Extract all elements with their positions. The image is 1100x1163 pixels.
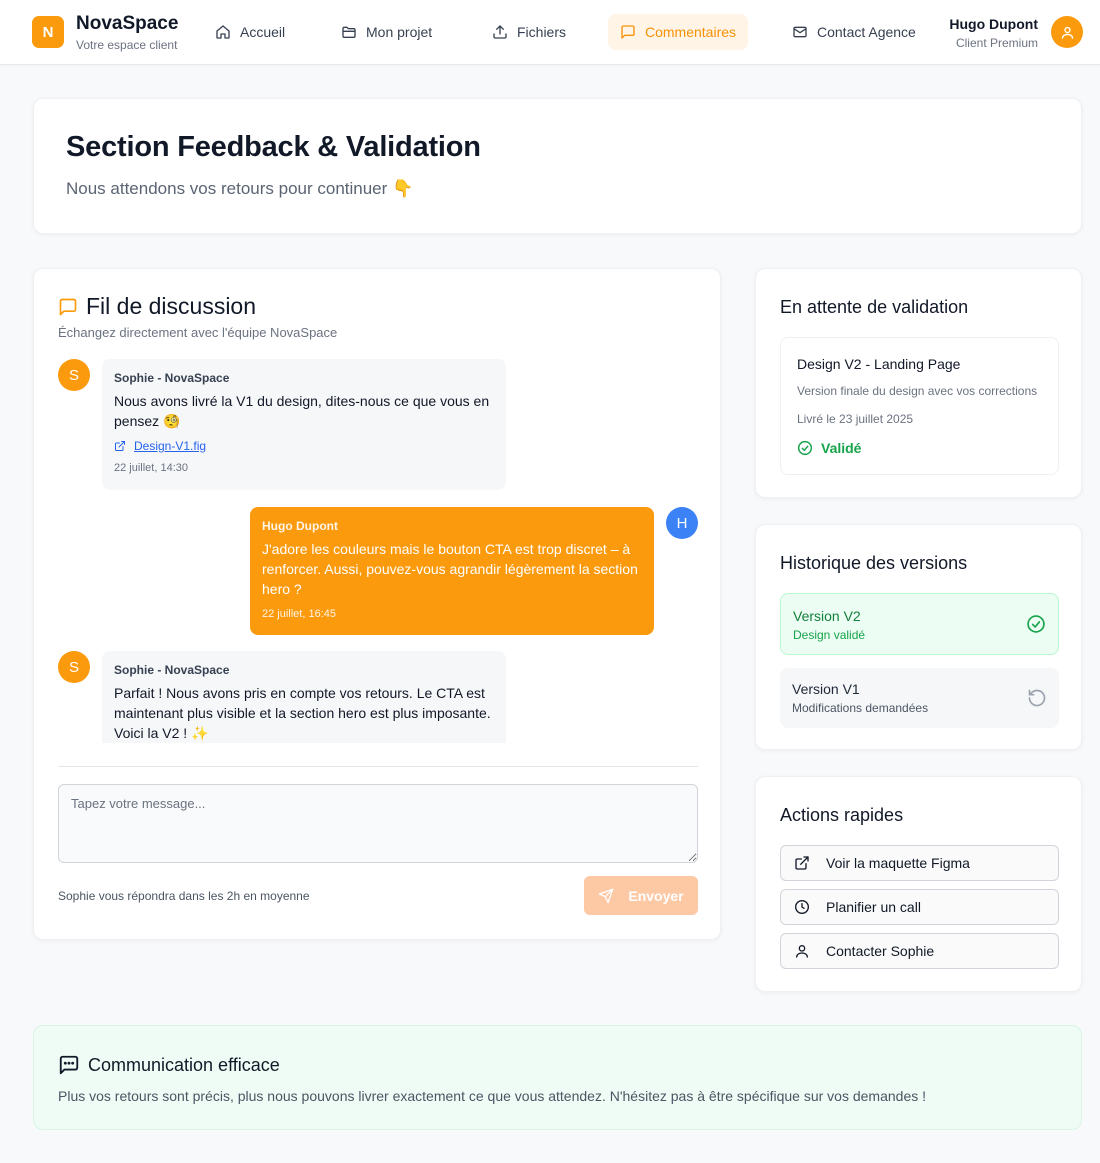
message-square-icon	[621, 25, 635, 39]
user-icon	[1061, 26, 1073, 39]
nav-label: Fichiers	[517, 24, 567, 40]
nav-label: Accueil	[240, 24, 286, 40]
version-item-v2[interactable]: Version V2 Design validé	[780, 593, 1059, 655]
page-title: Section Feedback & Validation	[66, 131, 481, 163]
message-dots-icon	[59, 1055, 79, 1075]
send-icon	[599, 888, 614, 903]
pending-item-description: Version finale du design avec vos correc…	[797, 384, 1038, 398]
attachment-name: Design-V1.fig	[134, 439, 207, 453]
brand[interactable]: N NovaSpace Votre espace client	[32, 13, 179, 53]
pending-item-date: Livré le 23 juillet 2025	[797, 412, 914, 426]
discussion-title: Fil de discussion	[86, 293, 257, 319]
view-figma-button[interactable]: Voir la maquette Figma	[780, 845, 1059, 881]
clock-icon	[795, 900, 809, 914]
message-author: Sophie - NovaSpace	[114, 371, 230, 385]
message-time: 22 juillet, 14:30	[114, 462, 188, 474]
message-bubble: Sophie - NovaSpace Parfait ! Nous avons …	[102, 651, 506, 743]
quick-actions-card: Actions rapides Voir la maquette Figma P…	[755, 776, 1082, 992]
pending-item[interactable]: Design V2 - Landing Page Version finale …	[780, 337, 1059, 475]
hero-card: Section Feedback & Validation Nous atten…	[33, 98, 1082, 234]
nav-item-contact-agence[interactable]: Contact Agence	[780, 14, 928, 50]
action-label: Planifier un call	[826, 899, 921, 915]
version-status: Design validé	[793, 628, 866, 642]
tip-title: Communication efficace	[88, 1054, 280, 1075]
version-name: Version V2	[793, 608, 861, 624]
rotate-ccw-icon	[1028, 689, 1046, 707]
tip-text: Plus vos retours sont précis, plus nous …	[58, 1088, 927, 1104]
pending-title: En attente de validation	[780, 297, 969, 317]
pending-item-title: Design V2 - Landing Page	[797, 356, 961, 372]
contact-sophie-button[interactable]: Contacter Sophie	[780, 933, 1059, 969]
brand-tagline: Votre espace client	[76, 38, 178, 52]
folder-icon	[342, 26, 356, 38]
nav-item-mon-projet[interactable]: Mon projet	[329, 14, 444, 50]
status-label: Validé	[821, 440, 862, 456]
external-link-icon	[795, 856, 809, 870]
brand-name: NovaSpace	[76, 13, 179, 34]
history-title: Historique des versions	[780, 553, 968, 573]
user-name: Hugo Dupont	[949, 16, 1038, 32]
check-circle-icon	[797, 440, 813, 456]
version-history-card: Historique des versions Version V2 Desig…	[755, 524, 1082, 750]
nav-item-fichiers[interactable]: Fichiers	[480, 14, 578, 50]
message-input[interactable]	[58, 784, 698, 863]
actions-title: Actions rapides	[780, 805, 904, 825]
schedule-call-button[interactable]: Planifier un call	[780, 889, 1059, 925]
avatar: H	[666, 507, 698, 539]
message-thread[interactable]: S Sophie - NovaSpace Nous avons livré la…	[58, 357, 698, 743]
send-button[interactable]: Envoyer	[584, 876, 698, 915]
message-author: Sophie - NovaSpace	[114, 663, 230, 677]
nav-label: Commentaires	[645, 24, 737, 40]
pending-validation-card: En attente de validation Design V2 - Lan…	[755, 268, 1082, 498]
message-author: Hugo Dupont	[262, 519, 338, 533]
discussion-card: Fil de discussion Échangez directement a…	[33, 268, 721, 940]
version-item-v1[interactable]: Version V1 Modifications demandées	[780, 668, 1059, 728]
action-label: Contacter Sophie	[826, 943, 935, 959]
external-link-icon	[115, 441, 125, 451]
message-bubble: Hugo Dupont J'adore les couleurs mais le…	[250, 507, 654, 635]
nav-item-accueil[interactable]: Accueil	[203, 14, 297, 50]
avatar: S	[58, 359, 90, 391]
nav-label: Contact Agence	[817, 24, 916, 40]
send-label: Envoyer	[628, 887, 684, 904]
version-name: Version V1	[792, 681, 860, 697]
user-avatar[interactable]	[1051, 16, 1083, 48]
message-text: Nous avons livré la V1 du design, dites-…	[114, 393, 490, 429]
nav-label: Mon projet	[366, 24, 433, 40]
divider	[58, 766, 698, 767]
message-time: 22 juillet, 16:45	[262, 608, 336, 620]
page-subtitle: Nous attendons vos retours pour continue…	[66, 179, 414, 198]
response-time-hint: Sophie vous répondra dans les 2h en moye…	[58, 889, 310, 903]
avatar: S	[58, 651, 90, 683]
brand-logo: N	[32, 16, 64, 48]
upload-icon	[493, 25, 507, 39]
nav-item-commentaires[interactable]: Commentaires	[608, 14, 749, 50]
user-tier: Client Premium	[955, 36, 1038, 50]
message-text: J'adore les couleurs mais le bouton CTA …	[262, 541, 638, 597]
communication-tip: Communication efficace Plus vos retours …	[33, 1025, 1082, 1130]
message-square-icon	[59, 298, 77, 315]
message-bubble: Sophie - NovaSpace Nous avons livré la V…	[102, 359, 506, 490]
home-icon	[216, 25, 230, 39]
status-badge: Validé	[797, 440, 861, 456]
attachment-link[interactable]: Design-V1.fig	[114, 439, 494, 453]
check-circle-icon	[1027, 615, 1045, 633]
user-info[interactable]: Hugo Dupont Client Premium	[949, 15, 1038, 51]
message-text: Parfait ! Nous avons pris en compte vos …	[114, 685, 491, 741]
version-status: Modifications demandées	[792, 701, 929, 715]
discussion-subtitle: Échangez directement avec l'équipe NovaS…	[58, 325, 338, 340]
action-label: Voir la maquette Figma	[826, 855, 970, 871]
mail-icon	[793, 26, 807, 38]
top-navbar: N NovaSpace Votre espace client Accueil …	[0, 0, 1100, 65]
user-icon	[796, 945, 808, 958]
